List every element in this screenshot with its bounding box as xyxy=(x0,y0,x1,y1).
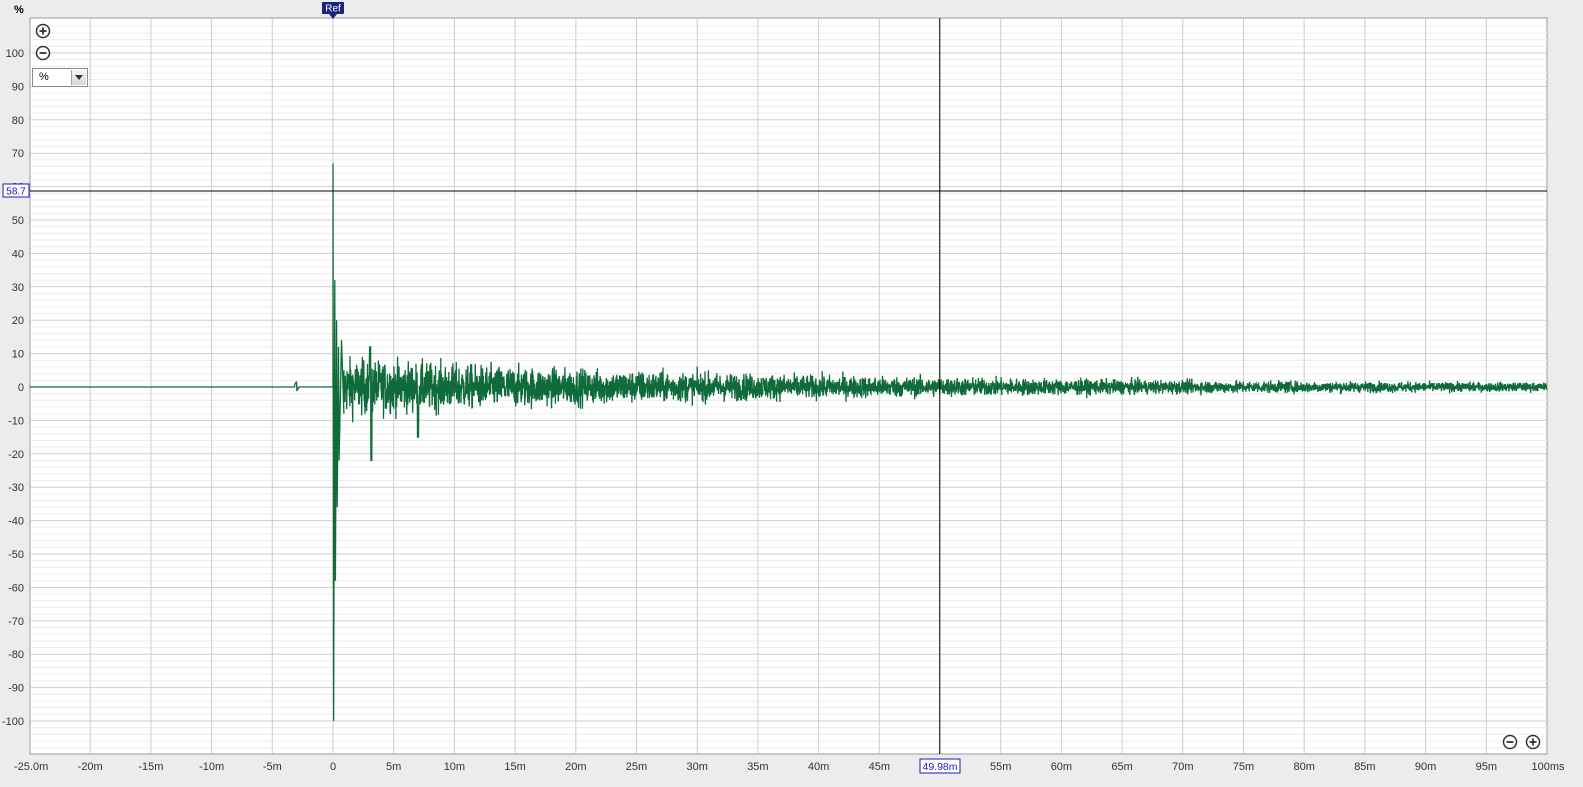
y-tick-label: -60 xyxy=(8,582,24,594)
y-tick-label: 80 xyxy=(12,115,24,127)
y-tick-label: -30 xyxy=(8,482,24,494)
y-tick-label: -10 xyxy=(8,415,24,427)
x-tick-label: 85m xyxy=(1354,761,1375,773)
y-tick-label: 100 xyxy=(6,48,24,60)
cursor-x-readout: 49.98m xyxy=(919,758,961,774)
x-tick-label: 80m xyxy=(1293,761,1314,773)
cursor-y-value: 58.7 xyxy=(6,187,26,198)
zoom-in-icon xyxy=(35,23,51,39)
y-tick-label: -90 xyxy=(8,683,24,695)
x-tick-label: 10m xyxy=(444,761,465,773)
chevron-down-icon[interactable] xyxy=(71,70,86,85)
x-tick-label: -10m xyxy=(199,761,224,773)
x-tick-label: 35m xyxy=(747,761,768,773)
x-tick-label: 65m xyxy=(1111,761,1132,773)
y-unit-label: % xyxy=(14,4,24,16)
x-tick-label: -15m xyxy=(138,761,163,773)
y-tick-label: 90 xyxy=(12,81,24,93)
x-tick-label: 0 xyxy=(330,761,336,773)
x-zoom-in-button[interactable] xyxy=(1525,734,1541,750)
x-tick-label: 100ms xyxy=(1531,761,1565,773)
y-tick-label: -20 xyxy=(8,449,24,461)
x-tick-label: 75m xyxy=(1233,761,1254,773)
x-tick-label: 20m xyxy=(565,761,586,773)
x-tick-label: 70m xyxy=(1172,761,1193,773)
y-tick-label: 20 xyxy=(12,315,24,327)
zoom-in-icon xyxy=(1525,734,1541,750)
y-tick-label: -80 xyxy=(8,649,24,661)
y-tick-label: -40 xyxy=(8,516,24,528)
x-tick-label: 15m xyxy=(504,761,525,773)
x-tick-label: 5m xyxy=(386,761,401,773)
x-tick-label: -20m xyxy=(78,761,103,773)
x-tick-label: 60m xyxy=(1051,761,1072,773)
y-tick-label: -50 xyxy=(8,549,24,561)
x-tick-label: 30m xyxy=(686,761,707,773)
x-zoom-out-button[interactable] xyxy=(1502,734,1518,750)
unit-dropdown-value: % xyxy=(39,71,49,83)
ref-marker[interactable]: Ref xyxy=(322,2,344,19)
cursor-y-readout: 58.7 xyxy=(2,183,30,198)
x-tick-label: 25m xyxy=(626,761,647,773)
y-zoom-out-button[interactable] xyxy=(35,45,51,61)
y-zoom-in-button[interactable] xyxy=(35,23,51,39)
y-tick-label: 30 xyxy=(12,282,24,294)
x-tick-label: -5m xyxy=(263,761,282,773)
y-tick-label: 50 xyxy=(12,215,24,227)
impulse-response-chart[interactable]: 1009080706050403020100-10-20-30-40-50-60… xyxy=(0,0,1583,782)
ref-label: Ref xyxy=(325,4,341,15)
y-tick-label: -100 xyxy=(2,716,24,728)
zoom-out-icon xyxy=(1502,734,1518,750)
x-tick-label: 45m xyxy=(869,761,890,773)
y-tick-label: 10 xyxy=(12,349,24,361)
x-tick-label: 90m xyxy=(1415,761,1436,773)
y-tick-label: 70 xyxy=(12,148,24,160)
y-tick-label: 0 xyxy=(18,382,24,394)
y-tick-label: 40 xyxy=(12,248,24,260)
unit-dropdown[interactable]: % xyxy=(32,68,88,87)
cursor-x-value: 49.98m xyxy=(922,761,957,773)
zoom-out-icon xyxy=(35,45,51,61)
x-tick-label: 95m xyxy=(1476,761,1497,773)
x-tick-label: 55m xyxy=(990,761,1011,773)
x-tick-label: 40m xyxy=(808,761,829,773)
y-tick-label: -70 xyxy=(8,616,24,628)
x-tick-label: -25.0m xyxy=(14,761,48,773)
